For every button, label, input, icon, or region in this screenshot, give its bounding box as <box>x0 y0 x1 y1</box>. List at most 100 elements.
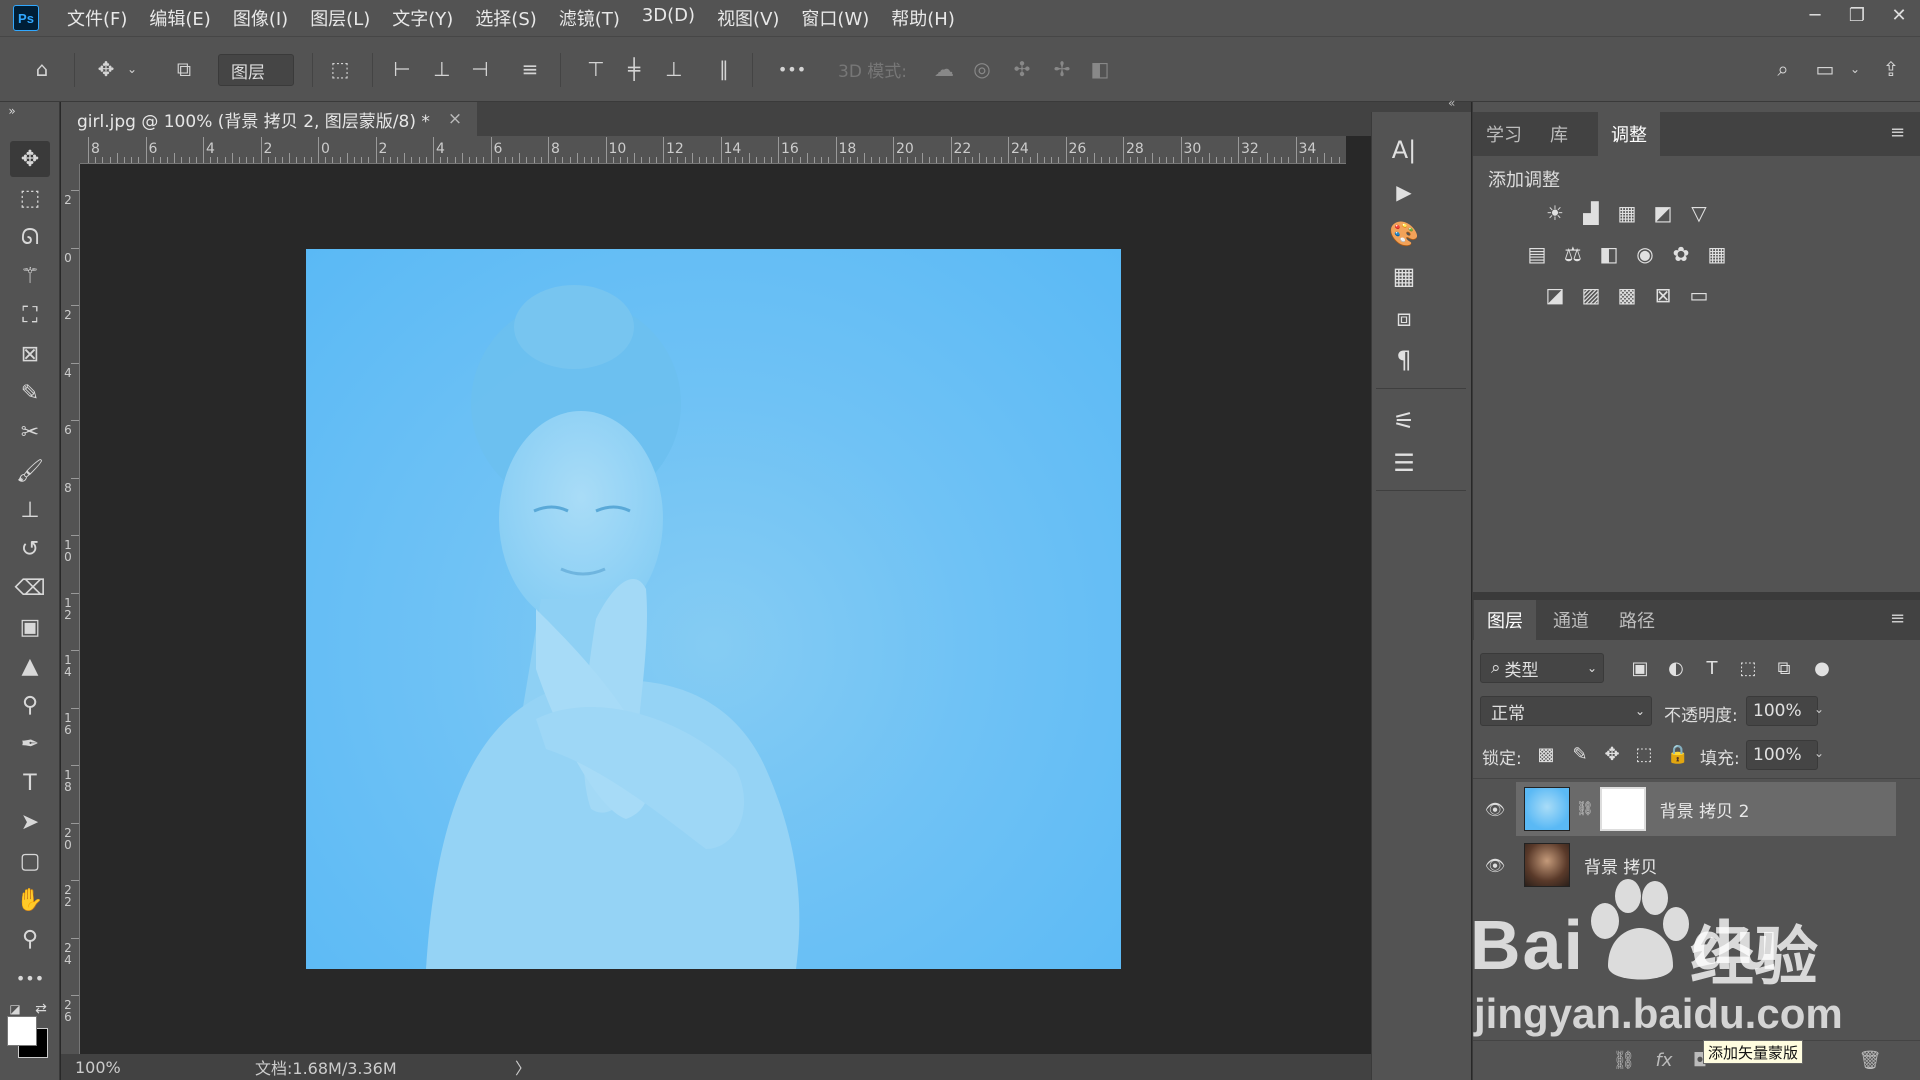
layer-thumbnail[interactable] <box>1524 843 1570 887</box>
align-center-icon[interactable]: ⊥ <box>426 51 458 87</box>
tab-layers[interactable]: 图层 <box>1474 600 1536 640</box>
history-brush-icon[interactable]: ↺ <box>10 531 50 567</box>
delete-layer-icon[interactable]: 🗑 <box>1856 1047 1884 1073</box>
black-white-icon[interactable]: ◧ <box>1594 239 1624 269</box>
collapse-toolbar-icon[interactable]: » <box>2 104 22 118</box>
panel-divider[interactable] <box>1472 592 1920 600</box>
align-top-icon[interactable]: ⊤ <box>580 51 612 87</box>
restore-button[interactable]: ❐ <box>1836 0 1878 30</box>
swatches-panel-icon[interactable]: 🎨 <box>1386 216 1422 252</box>
align-right-icon[interactable]: ⊣ <box>464 51 496 87</box>
collapse-panels-icon[interactable]: « <box>1448 96 1455 110</box>
menu-item[interactable]: 文件(F) <box>67 5 127 31</box>
threshold-icon[interactable]: ▩ <box>1612 280 1642 310</box>
menu-item[interactable]: 视图(V) <box>717 5 779 31</box>
layer-name[interactable]: 背景 拷贝 <box>1584 853 1657 878</box>
edit-toolbar-icon[interactable]: ••• <box>10 960 50 996</box>
link-layers-icon[interactable]: ⛓ <box>1610 1047 1638 1073</box>
menu-item[interactable]: 帮助(H) <box>891 5 955 31</box>
lock-pixels-icon[interactable]: ✎ <box>1566 740 1594 768</box>
align-middle-icon[interactable]: ╪ <box>618 51 650 87</box>
link-icon[interactable]: ⛓ <box>1576 801 1594 817</box>
tab-channels[interactable]: 通道 <box>1540 600 1602 640</box>
menu-item[interactable]: 选择(S) <box>475 5 536 31</box>
pen-tool-icon[interactable]: ✒ <box>10 726 50 762</box>
filter-adjustment-icon[interactable]: ◐ <box>1662 654 1690 682</box>
gradient-map-icon[interactable]: ▭ <box>1684 280 1714 310</box>
shape-tool-icon[interactable]: ▢ <box>10 843 50 879</box>
levels-icon[interactable]: ▟ <box>1576 198 1606 228</box>
brightness-contrast-icon[interactable]: ☀ <box>1540 198 1570 228</box>
filter-type-icon[interactable]: T <box>1698 654 1726 682</box>
curves-icon[interactable]: ▦ <box>1612 198 1642 228</box>
document-tab[interactable]: girl.jpg @ 100% (背景 拷贝 2, 图层蒙版/8) * × <box>61 102 477 136</box>
lock-transparency-icon[interactable]: ▩ <box>1532 740 1560 768</box>
layer-filter-dropdown[interactable]: ⌕ 类型 ⌄ <box>1480 653 1604 683</box>
menu-item[interactable]: 窗口(W) <box>801 5 869 31</box>
brush-settings-icon[interactable]: ⚟ <box>1386 403 1422 439</box>
lock-all-icon[interactable]: 🔒 <box>1664 740 1692 768</box>
3d-pan-icon[interactable]: ✣ <box>1006 51 1038 87</box>
dodge-tool-icon[interactable]: ⚲ <box>10 687 50 723</box>
minimize-button[interactable]: ─ <box>1794 0 1836 30</box>
visibility-eye-icon[interactable]: 👁 <box>1482 796 1508 822</box>
filter-pixel-icon[interactable]: ▣ <box>1626 654 1654 682</box>
transform-controls-icon[interactable]: ⬚ <box>322 51 358 87</box>
opacity-chevron-icon[interactable]: ⌄ <box>1814 702 1824 716</box>
blend-mode-dropdown[interactable]: 正常 ⌄ <box>1480 696 1652 726</box>
auto-select-icon[interactable]: ⧉ <box>166 51 202 87</box>
close-button[interactable]: ✕ <box>1878 0 1920 30</box>
visibility-eye-icon[interactable]: 👁 <box>1482 852 1508 878</box>
zoom-level[interactable]: 100% <box>75 1058 155 1077</box>
3d-panel-icon[interactable]: ⧈ <box>1386 300 1422 336</box>
tab-learn[interactable]: 学习 <box>1474 112 1534 156</box>
align-left-icon[interactable]: ⊢ <box>386 51 418 87</box>
eraser-tool-icon[interactable]: ⌫ <box>10 570 50 606</box>
menu-item[interactable]: 图像(I) <box>233 5 288 31</box>
layers-menu-icon[interactable]: ≡ <box>1890 608 1905 629</box>
channel-mixer-icon[interactable]: ✿ <box>1666 239 1696 269</box>
exposure-icon[interactable]: ◩ <box>1648 198 1678 228</box>
foreground-color-swatch[interactable] <box>7 1016 37 1046</box>
chevron-down-icon[interactable]: ⌄ <box>124 51 140 87</box>
fill-chevron-icon[interactable]: ⌄ <box>1814 746 1824 760</box>
vertical-ruler[interactable]: 2 0 2 4 6 8 10 12 14 16 18 20 22 24 26 <box>61 164 80 1054</box>
distribute-vertical-icon[interactable]: ∥ <box>708 51 740 87</box>
3d-slide-icon[interactable]: ✢ <box>1046 51 1078 87</box>
brush-tool-icon[interactable]: 🖌 <box>10 453 50 489</box>
layer-row[interactable]: ⛓ 背景 拷贝 2 <box>1520 782 1896 836</box>
menu-item[interactable]: 文字(Y) <box>392 5 453 31</box>
menu-item[interactable]: 图层(L) <box>310 5 370 31</box>
crop-tool-icon[interactable]: ⛶ <box>10 297 50 333</box>
menu-item[interactable]: 3D(D) <box>642 5 695 31</box>
properties-panel-icon[interactable]: ☰ <box>1386 445 1422 481</box>
filter-shape-icon[interactable]: ⬚ <box>1734 654 1762 682</box>
canvas-image[interactable] <box>306 249 1121 969</box>
close-tab-icon[interactable]: × <box>448 109 462 129</box>
stamp-tool-icon[interactable]: ⊥ <box>10 492 50 528</box>
character-panel-icon[interactable]: A| <box>1386 132 1422 168</box>
layer-thumbnail[interactable] <box>1524 787 1570 831</box>
fill-input[interactable]: 100% <box>1746 740 1818 770</box>
panel-menu-icon[interactable]: ≡ <box>1890 122 1905 143</box>
actions-panel-icon[interactable]: ▶ <box>1386 174 1422 210</box>
move-tool-icon[interactable]: ✥ <box>10 141 50 177</box>
grid-panel-icon[interactable]: ▦ <box>1386 258 1422 294</box>
healing-brush-icon[interactable]: ✂ <box>10 414 50 450</box>
3d-orbit-icon[interactable]: ☁ <box>928 51 960 87</box>
frame-tool-icon[interactable]: ⊠ <box>10 336 50 372</box>
eyedropper-icon[interactable]: ✎ <box>10 375 50 411</box>
fx-icon[interactable]: fx <box>1650 1047 1678 1073</box>
workspace-icon[interactable]: ▭ <box>1808 51 1842 87</box>
workspace-chevron-icon[interactable]: ⌄ <box>1846 51 1864 87</box>
magic-wand-icon[interactable]: ⚚ <box>10 258 50 294</box>
lasso-tool-icon[interactable]: ᘏ <box>10 219 50 255</box>
layer-name[interactable]: 背景 拷贝 2 <box>1660 797 1750 822</box>
distribute-horizontal-icon[interactable]: ≡ <box>514 51 546 87</box>
3d-roll-icon[interactable]: ◎ <box>966 51 998 87</box>
paragraph-panel-icon[interactable]: ¶ <box>1386 342 1422 378</box>
menu-item[interactable]: 编辑(E) <box>149 5 210 31</box>
menu-item[interactable]: 滤镜(T) <box>559 5 620 31</box>
posterize-icon[interactable]: ▨ <box>1576 280 1606 310</box>
hand-tool-icon[interactable]: ✋ <box>10 882 50 918</box>
